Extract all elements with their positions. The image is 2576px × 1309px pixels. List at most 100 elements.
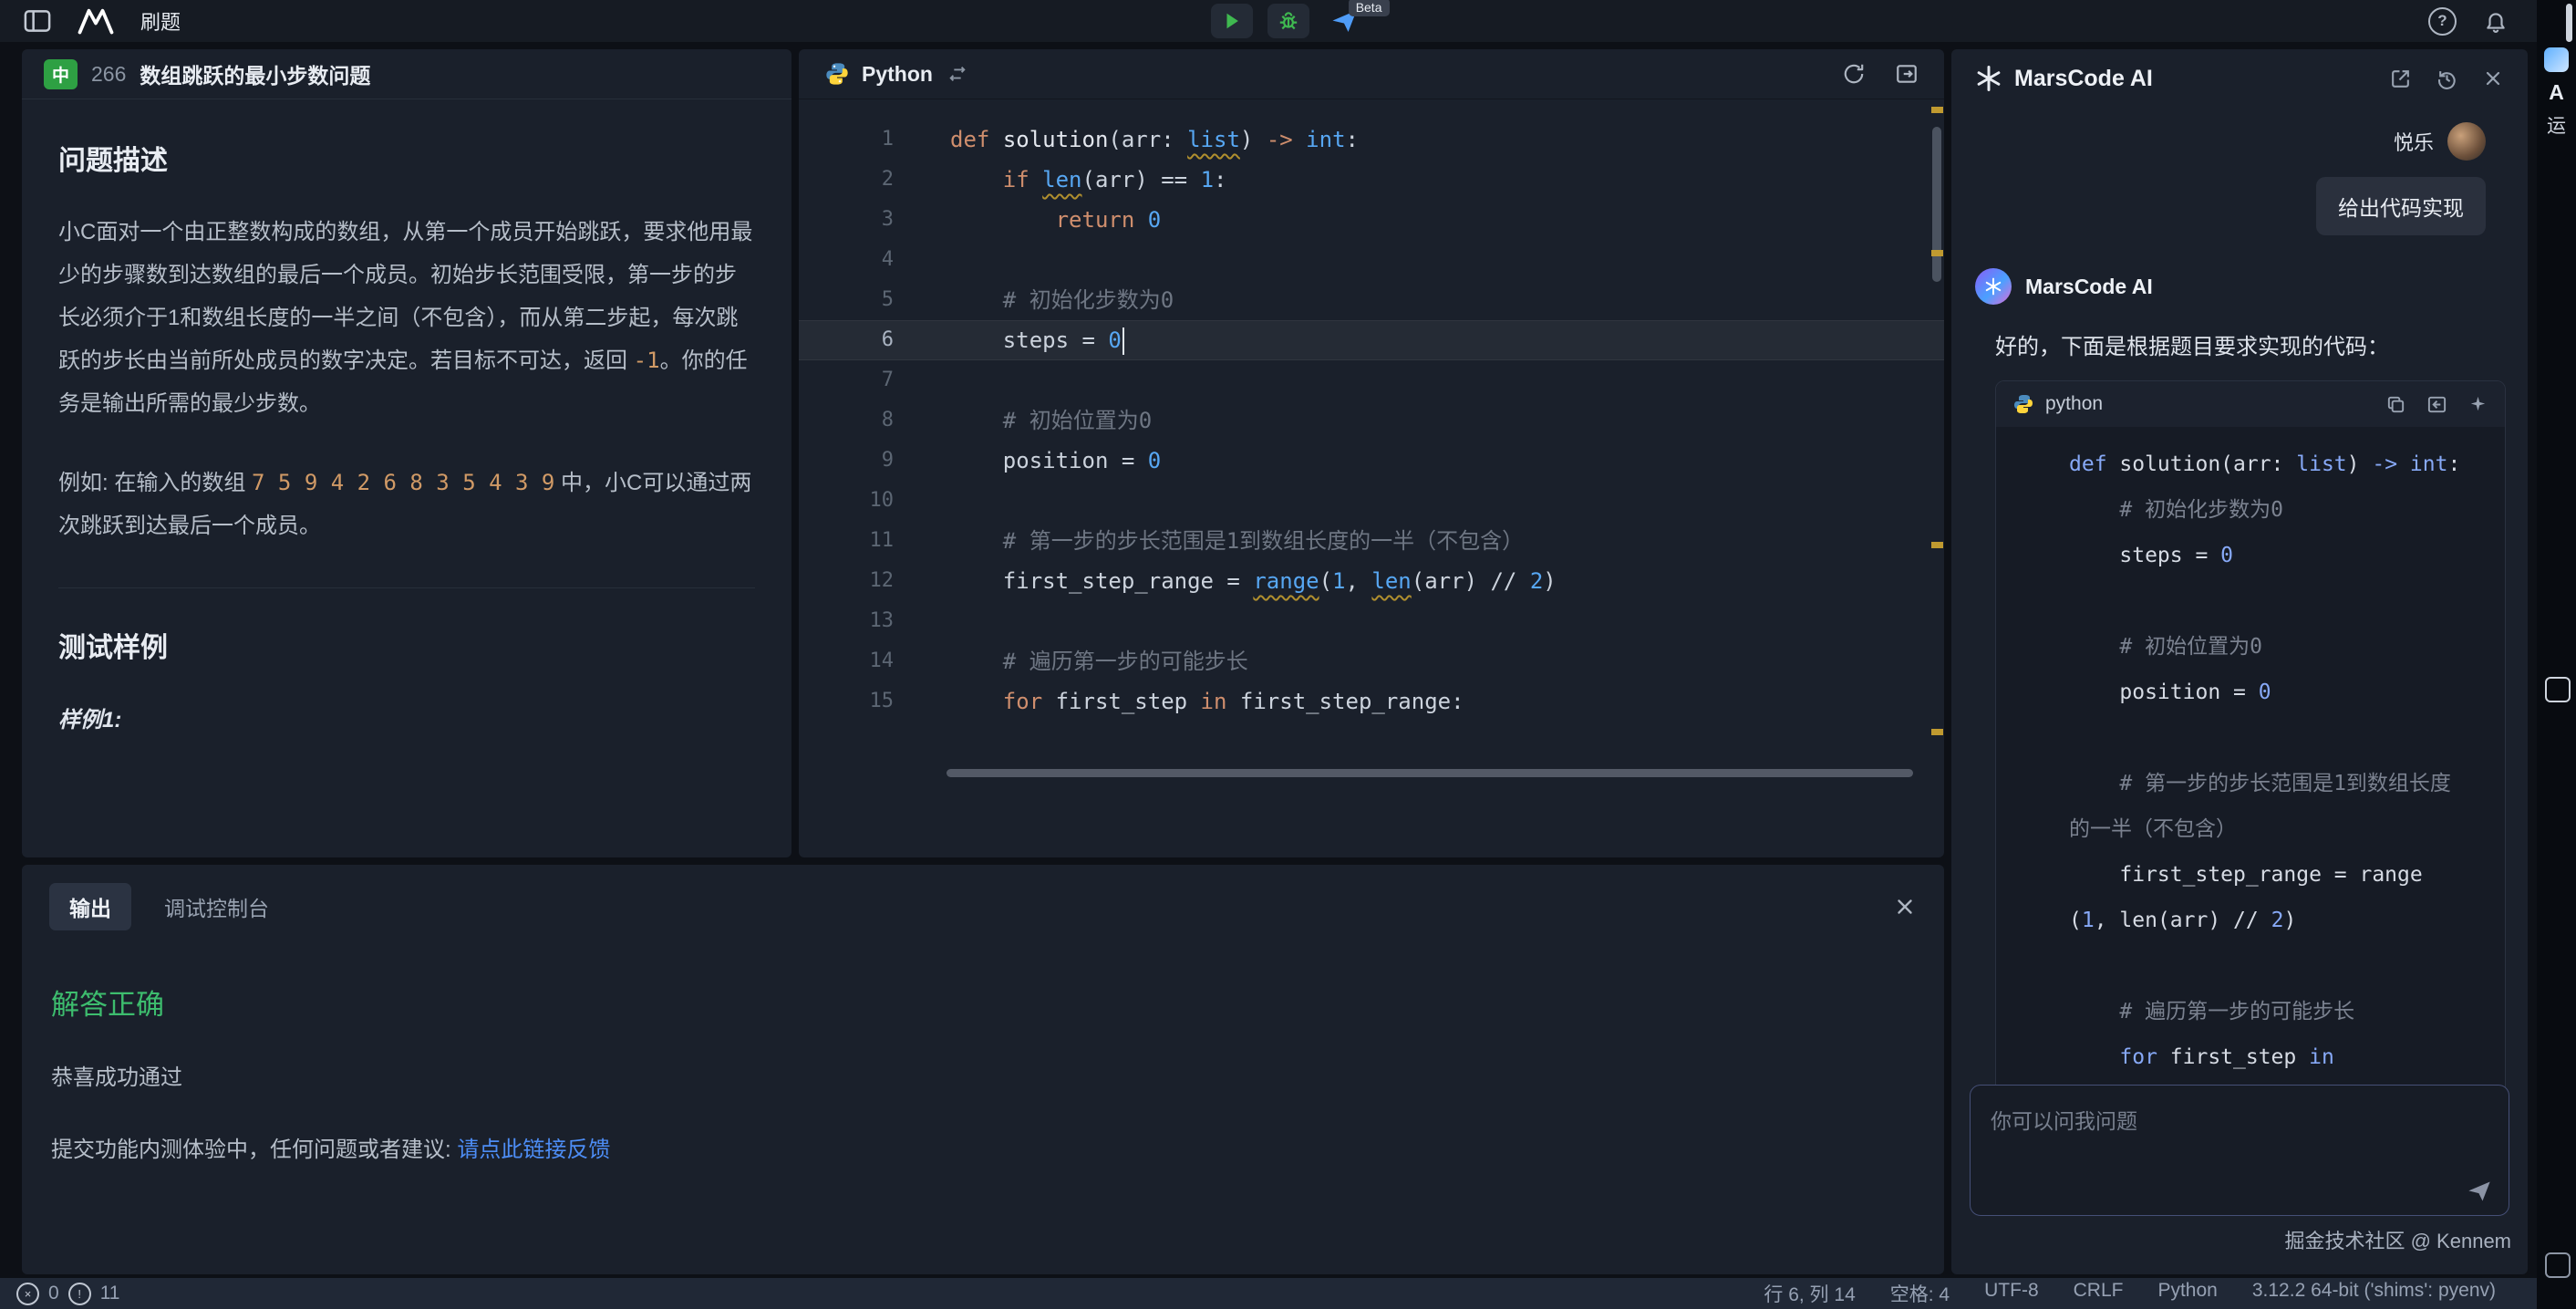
code-line[interactable] [2012, 578, 2488, 624]
switch-language-icon[interactable] [947, 64, 967, 84]
code-line[interactable]: position = 0 [2012, 670, 2488, 715]
tab-output[interactable]: 输出 [49, 883, 131, 930]
code-line[interactable]: 11 # 第一步的步长范围是1到数组长度的一半（不包含） [799, 521, 1944, 561]
code-line[interactable]: 4 [799, 240, 1944, 280]
code-line[interactable]: # 第一步的步长范围是1到数组长度 [2012, 761, 2488, 806]
code-token: solution(arr: [2107, 452, 2297, 476]
editor-vertical-scrollbar[interactable] [1932, 127, 1941, 282]
insert-code-icon[interactable] [2426, 394, 2447, 415]
strip-tool-icon[interactable] [2545, 677, 2571, 702]
code-text: first_step_range = range [2012, 852, 2423, 898]
ai-code-block: python def solution(arr: list) -> int: #… [1995, 380, 2506, 1187]
status-item[interactable]: 3.12.2 64-bit ('shims': pyenv) [2252, 1280, 2496, 1307]
assistant-message-header: MarsCode AI [1951, 235, 2528, 305]
reset-code-icon[interactable] [1842, 62, 1866, 86]
feedback-link[interactable]: 请点此链接反馈 [457, 1138, 610, 1162]
code-line[interactable]: 的一半（不包含） [2012, 806, 2488, 852]
close-ai-panel-icon[interactable] [2482, 68, 2504, 89]
code-text: steps = 0 [894, 320, 1124, 360]
tab-debug-console[interactable]: 调试控制台 [164, 891, 269, 922]
submit-button[interactable]: Beta [1324, 4, 1366, 38]
app-title[interactable]: 刷题 [140, 6, 181, 36]
close-output-icon[interactable] [1893, 895, 1917, 919]
feedback-line: 提交功能内测体验中，任何问题或者建议: 请点此链接反馈 [51, 1131, 1915, 1163]
help-icon[interactable]: ? [2428, 7, 2457, 36]
editor-horizontal-scrollbar[interactable] [947, 769, 1913, 777]
code-line[interactable]: # 初始位置为0 [2012, 624, 2488, 670]
status-bar: × 0 ! 11 行 6, 列 14 空格: 4 UTF-8 CRLF Python 3.… [0, 1278, 2576, 1309]
code-line[interactable]: 2 if len(arr) == 1: [799, 160, 1944, 200]
overview-ruler-mark [1931, 542, 1943, 548]
send-message-icon[interactable] [2467, 1179, 2492, 1204]
strip-bottom-icon[interactable] [2545, 1252, 2571, 1278]
status-item[interactable]: Python [2157, 1280, 2217, 1307]
open-external-icon[interactable] [2389, 68, 2412, 90]
code-line[interactable] [2012, 715, 2488, 761]
code-token: 1 [2082, 909, 2095, 932]
code-line[interactable]: first_step_range = range [2012, 852, 2488, 898]
code-token: # 第一步的步长范围是1到数组长度 [2119, 772, 2451, 795]
language-tab[interactable]: Python [824, 61, 933, 87]
ai-panel-header: MarsCode AI [1951, 49, 2528, 108]
ai-code[interactable]: def solution(arr: list) -> int: # 初始化步数为… [1996, 427, 2505, 1186]
code-text [894, 481, 963, 521]
code-token: ( [2069, 909, 2082, 932]
line-number: 13 [799, 601, 894, 641]
status-item[interactable]: CRLF [2074, 1280, 2124, 1307]
code-line[interactable]: def solution(arr: list) -> int: [2012, 442, 2488, 487]
code-line[interactable]: steps = 0 [2012, 533, 2488, 578]
watermark-text: 掘金技术社区 @ Kennem [2285, 1225, 2512, 1254]
code-line[interactable]: 15 for first_step in first_step_range: [799, 681, 1944, 722]
code-line[interactable]: 8 # 初始位置为0 [799, 400, 1944, 441]
code-text: # 遍历第一步的可能步长 [894, 641, 1248, 681]
code-token [1029, 167, 1042, 192]
code-line[interactable]: 10 [799, 481, 1944, 521]
code-line[interactable] [2012, 943, 2488, 989]
code-line[interactable]: 3 return 0 [799, 200, 1944, 240]
status-item[interactable]: UTF-8 [1984, 1280, 2039, 1307]
line-number: 11 [799, 521, 894, 561]
line-number: 8 [799, 400, 894, 441]
marscode-logo-icon[interactable] [77, 7, 115, 35]
code-token: first_step_range: [1226, 689, 1464, 714]
editor-body: 1def solution(arr: list) -> int:2 if len… [799, 99, 1944, 857]
code-editor[interactable]: 1def solution(arr: list) -> int:2 if len… [799, 99, 1944, 722]
code-token: (arr) // [1412, 568, 1530, 594]
user-avatar[interactable] [2447, 122, 2486, 161]
run-button[interactable] [1211, 4, 1253, 38]
status-item[interactable]: 空格: 4 [1890, 1280, 1950, 1307]
status-item[interactable]: 行 6, 列 14 [1764, 1280, 1855, 1307]
code-line[interactable]: 5 # 初始化步数为0 [799, 280, 1944, 320]
notifications-bell-icon[interactable] [2484, 9, 2508, 33]
history-icon[interactable] [2436, 68, 2458, 90]
extension-letter[interactable]: A [2537, 80, 2576, 105]
overview-ruler-mark [1931, 107, 1943, 113]
code-line[interactable]: 13 [799, 601, 1944, 641]
code-line[interactable]: # 初始化步数为0 [2012, 487, 2488, 533]
code-line[interactable]: 1def solution(arr: list) -> int: [799, 119, 1944, 160]
debug-button[interactable] [1267, 4, 1309, 38]
warnings-icon: ! [68, 1283, 91, 1305]
code-line[interactable]: (1, len(arr) // 2) [2012, 898, 2488, 943]
code-line[interactable]: 9 position = 0 [799, 441, 1944, 481]
code-line[interactable]: 12 first_step_range = range(1, len(arr) … [799, 561, 1944, 601]
copy-code-icon[interactable] [2385, 394, 2406, 415]
problems-indicator[interactable]: × 0 ! 11 [16, 1283, 120, 1305]
compare-layout-icon[interactable] [1895, 62, 1919, 86]
sidebar-toggle-icon[interactable] [24, 9, 51, 33]
code-line[interactable]: 14 # 遍历第一步的可能步长 [799, 641, 1944, 681]
code-token: 0 [2259, 680, 2271, 704]
sparkle-icon[interactable] [2467, 394, 2488, 415]
code-token: for [2119, 1045, 2157, 1069]
code-line[interactable]: # 遍历第一步的可能步长 [2012, 989, 2488, 1034]
page-scrollbar[interactable] [2566, 4, 2572, 42]
extension-label[interactable]: 运 [2537, 111, 2576, 139]
code-token: -> [2372, 452, 2397, 476]
code-token: 1 [1332, 568, 1345, 594]
code-line[interactable]: for first_step in [2012, 1034, 2488, 1080]
chat-input[interactable] [1971, 1086, 2509, 1173]
extension-app-icon[interactable] [2544, 47, 2569, 72]
code-line[interactable]: 7 [799, 360, 1944, 400]
code-line[interactable]: 6 steps = 0 [799, 320, 1944, 360]
code-text [2012, 578, 2082, 624]
